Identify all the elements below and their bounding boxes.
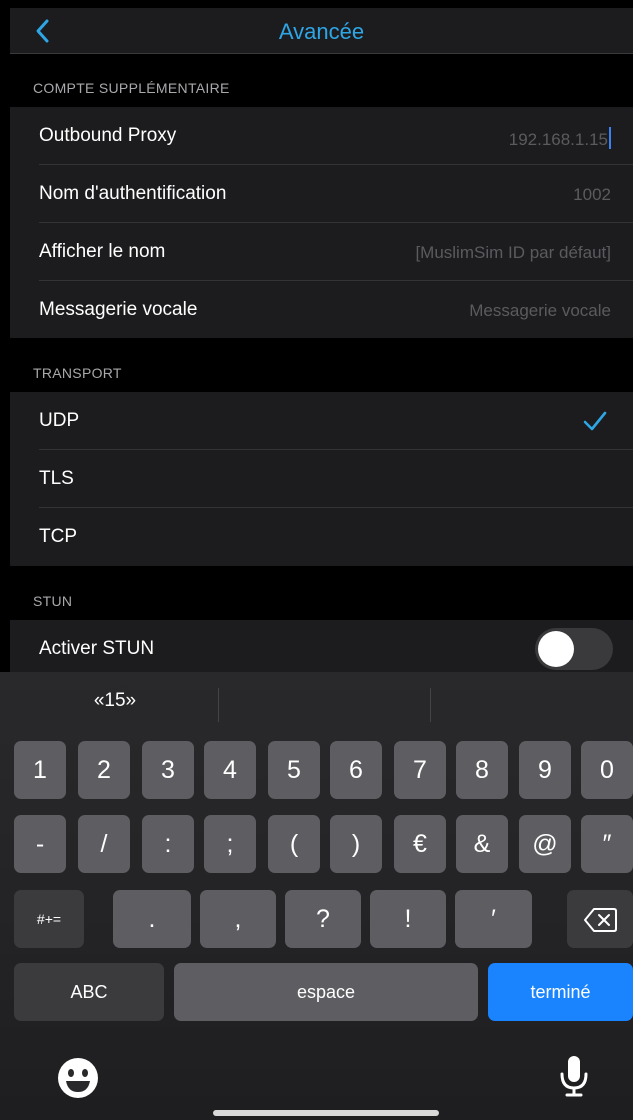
outbound-proxy-label: Outbound Proxy — [39, 125, 177, 146]
key-1[interactable]: 1 — [14, 741, 66, 799]
key-comma[interactable]: , — [200, 890, 276, 948]
display-name-label: Afficher le nom — [39, 241, 166, 262]
key-more-symbols[interactable]: #+= — [14, 890, 84, 948]
outbound-proxy-row[interactable]: Outbound Proxy 192.168.1.15 — [10, 107, 633, 165]
key-question[interactable]: ? — [285, 890, 361, 948]
keyboard: «15» 1 2 3 4 5 6 7 8 9 0 - / : ; ( ) € &… — [0, 672, 633, 1120]
stun-toggle[interactable] — [535, 628, 613, 670]
toggle-knob — [538, 631, 574, 667]
auth-name-field[interactable]: 1002 — [573, 185, 611, 205]
stun-group: Activer STUN — [10, 620, 633, 672]
voicemail-field[interactable]: Messagerie vocale — [469, 301, 611, 321]
section-header-stun: STUN — [10, 566, 633, 620]
key-period[interactable]: . — [113, 890, 191, 948]
delete-key[interactable] — [567, 890, 633, 948]
key-close-paren[interactable]: ) — [330, 815, 382, 873]
key-semicolon[interactable]: ; — [204, 815, 256, 873]
key-4[interactable]: 4 — [204, 741, 256, 799]
suggestion-1[interactable]: «15» — [10, 690, 220, 712]
transport-tls-label: TLS — [39, 468, 74, 489]
display-name-row[interactable]: Afficher le nom [MuslimSim ID par défaut… — [10, 223, 633, 281]
key-exclamation[interactable]: ! — [370, 890, 446, 948]
text-cursor — [609, 127, 611, 149]
key-hyphen[interactable]: - — [14, 815, 66, 873]
voicemail-row[interactable]: Messagerie vocale Messagerie vocale — [10, 281, 633, 339]
emoji-icon — [58, 1058, 98, 1098]
key-8[interactable]: 8 — [456, 741, 508, 799]
key-open-paren[interactable]: ( — [268, 815, 320, 873]
page-title: Avancée — [278, 19, 365, 44]
outbound-proxy-value: 192.168.1.15 — [508, 130, 608, 149]
outbound-proxy-field[interactable]: 192.168.1.15 — [509, 127, 611, 150]
key-prime[interactable]: ′ — [455, 890, 532, 948]
key-double-prime[interactable]: ″ — [581, 815, 633, 873]
dictation-button[interactable] — [558, 1054, 590, 1103]
transport-option-tcp[interactable]: TCP — [10, 508, 633, 566]
checkmark-icon — [583, 411, 607, 431]
section-header-transport: TRANSPORT — [10, 338, 633, 392]
transport-group: UDP TLS TCP — [10, 392, 633, 566]
key-2[interactable]: 2 — [78, 741, 130, 799]
key-3[interactable]: 3 — [142, 741, 194, 799]
key-slash[interactable]: / — [78, 815, 130, 873]
auth-name-row[interactable]: Nom d'authentification 1002 — [10, 165, 633, 223]
key-colon[interactable]: : — [142, 815, 194, 873]
key-space[interactable]: espace — [174, 963, 478, 1021]
microphone-icon — [560, 1056, 588, 1097]
auth-name-label: Nom d'authentification — [39, 183, 227, 204]
suggestion-divider — [218, 688, 219, 722]
key-5[interactable]: 5 — [268, 741, 320, 799]
stun-label: Activer STUN — [39, 638, 155, 659]
home-indicator[interactable] — [213, 1110, 439, 1116]
stun-row: Activer STUN — [10, 620, 633, 672]
suggestion-bar: «15» — [0, 672, 633, 736]
navigation-bar: Avancée — [10, 8, 633, 54]
transport-option-udp[interactable]: UDP — [10, 392, 633, 450]
key-6[interactable]: 6 — [330, 741, 382, 799]
key-abc[interactable]: ABC — [14, 963, 164, 1021]
key-euro[interactable]: € — [394, 815, 446, 873]
transport-option-tls[interactable]: TLS — [10, 450, 633, 508]
suggestion-divider — [430, 688, 431, 722]
transport-tcp-label: TCP — [39, 526, 77, 547]
emoji-button[interactable] — [55, 1055, 101, 1106]
key-ampersand[interactable]: & — [456, 815, 508, 873]
display-name-field[interactable]: [MuslimSim ID par défaut] — [415, 243, 611, 263]
voicemail-label: Messagerie vocale — [39, 299, 198, 320]
key-0[interactable]: 0 — [581, 741, 633, 799]
transport-udp-label: UDP — [39, 410, 80, 431]
key-9[interactable]: 9 — [519, 741, 571, 799]
key-at[interactable]: @ — [519, 815, 571, 873]
key-done[interactable]: terminé — [488, 963, 633, 1021]
key-7[interactable]: 7 — [394, 741, 446, 799]
backspace-icon — [584, 908, 617, 933]
account-settings-group: Outbound Proxy 192.168.1.15 Nom d'authen… — [10, 107, 633, 338]
section-header-account: COMPTE SUPPLÉMENTAIRE — [10, 70, 633, 107]
